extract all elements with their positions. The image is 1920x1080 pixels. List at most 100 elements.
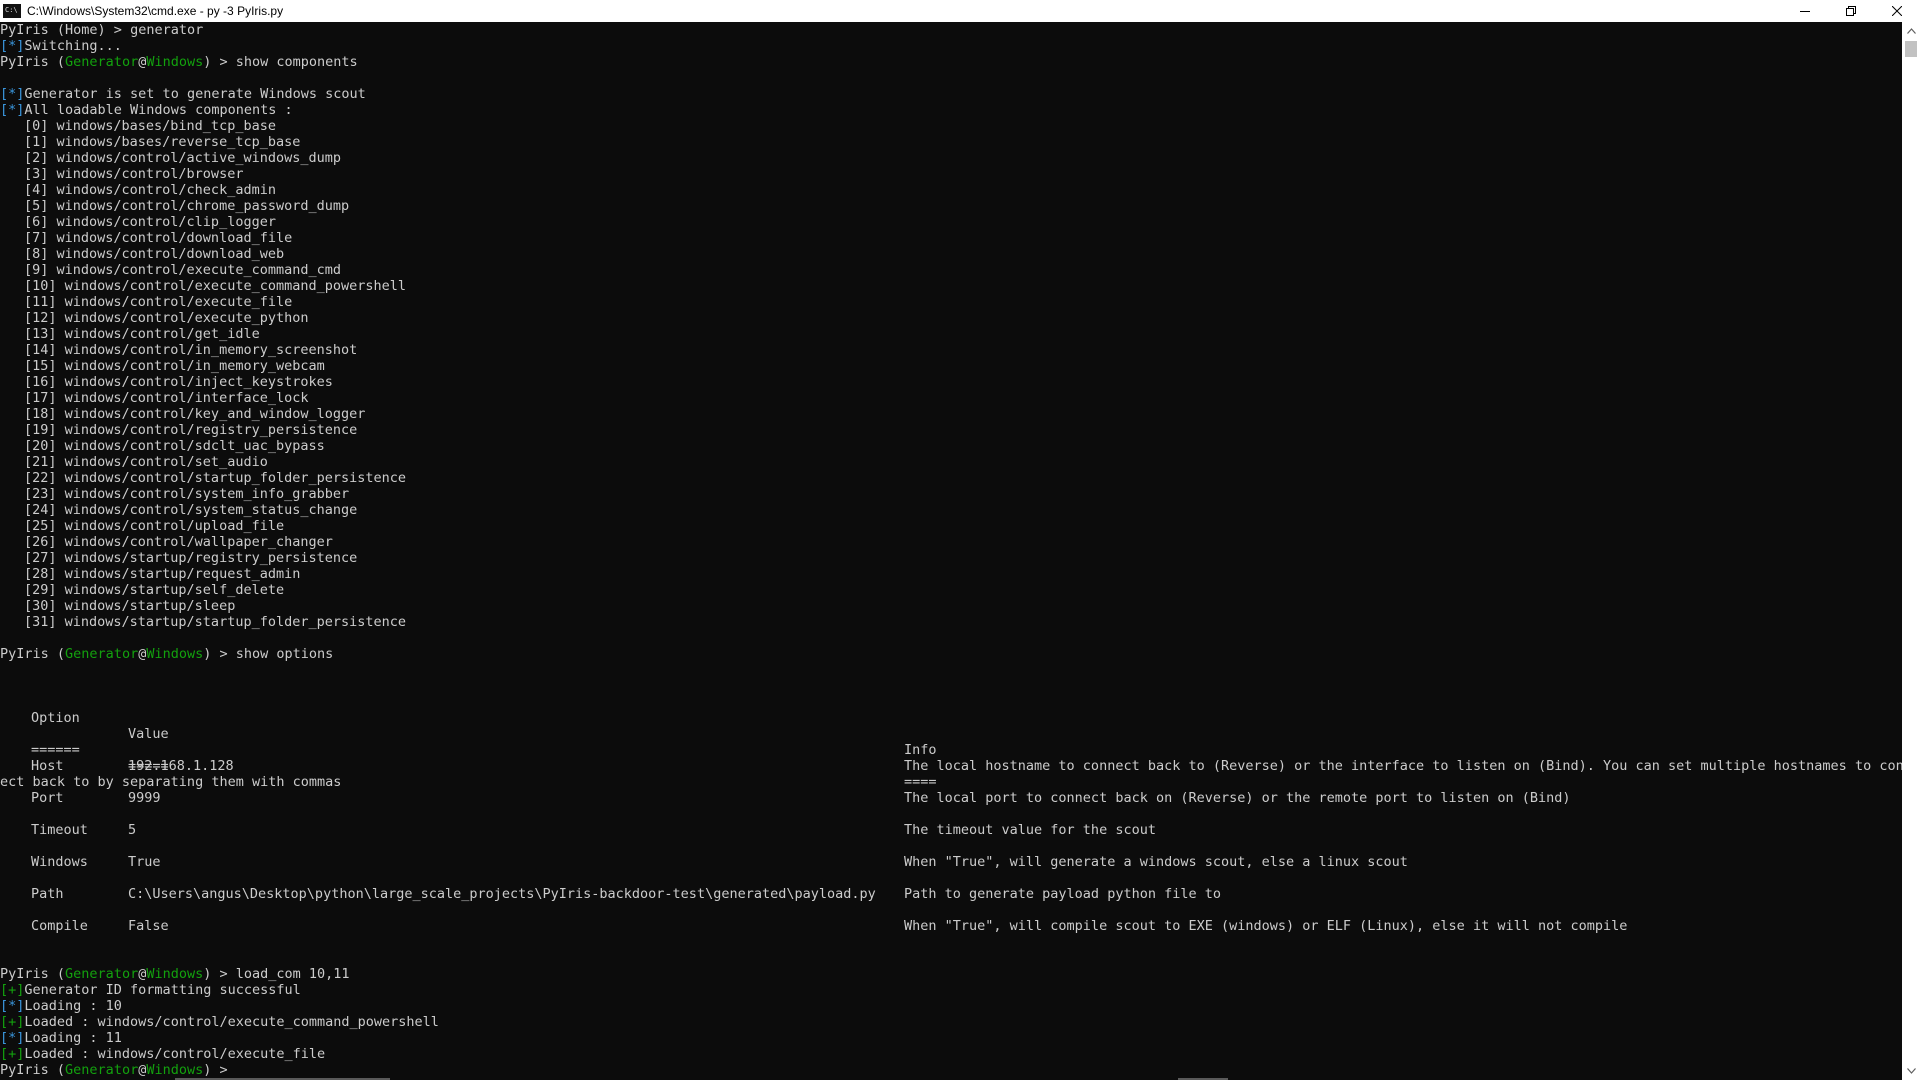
option-info: When "True", will compile scout to EXE (… xyxy=(904,918,1628,934)
options-header-row: Option Value Info xyxy=(0,694,937,758)
option-value: 192.168.1.128 xyxy=(128,758,234,774)
current-prompt-line[interactable]: PyIris (Generator@Windows) > xyxy=(0,1062,236,1078)
option-option: Windows xyxy=(31,854,88,870)
option-option: Port xyxy=(31,790,64,806)
prompt-mode: Generator xyxy=(65,54,139,70)
console-line: [+]Generator ID formatting successful xyxy=(0,982,301,998)
message-text: Loaded : windows/control/execute_command… xyxy=(24,1014,439,1030)
option-row: Compile False When "True", will compile sc… xyxy=(0,918,1902,934)
prompt-name: PyIris xyxy=(0,646,49,662)
component-item: [28] windows/startup/request_admin xyxy=(24,566,301,582)
component-item: [16] windows/control/inject_keystrokes xyxy=(24,374,333,390)
component-item: [4] windows/control/check_admin xyxy=(24,182,276,198)
success-marker: [+] xyxy=(0,982,25,998)
prompt-name: PyIris xyxy=(0,966,49,982)
scroll-down-button[interactable] xyxy=(1902,1062,1920,1080)
option-info: When "True", will generate a windows sco… xyxy=(904,854,1408,870)
options-underline-row: ====== ===== ==== xyxy=(0,726,937,790)
console-line: PyIris (Generator@Windows) > load_com 10… xyxy=(0,966,350,982)
component-item: [24] windows/control/system_status_chang… xyxy=(24,502,358,518)
component-item: [21] windows/control/set_audio xyxy=(24,454,268,470)
option-row: Windows True When "True", will generate a … xyxy=(0,854,1902,870)
option-info: Path to generate payload python file to xyxy=(904,886,1221,902)
command-text: load_com 10,11 xyxy=(235,966,350,982)
console-line: PyIris (Generator@Windows) > show option… xyxy=(0,646,334,662)
info-marker: [*] xyxy=(0,1030,25,1046)
option-info: The local hostname to connect back to (R… xyxy=(904,758,1902,774)
minimize-button[interactable] xyxy=(1782,0,1828,22)
value-header: Value xyxy=(128,726,169,742)
component-item: [19] windows/control/registry_persistenc… xyxy=(24,422,358,438)
console-line: [*]Generator is set to generate Windows … xyxy=(0,86,366,102)
component-item: [10] windows/control/execute_command_pow… xyxy=(24,278,407,294)
command-text: show options xyxy=(235,646,334,662)
option-value: 9999 xyxy=(128,790,161,806)
component-item: [15] windows/control/in_memory_webcam xyxy=(24,358,325,374)
option-value: 5 xyxy=(128,822,137,838)
component-item: [13] windows/control/get_idle xyxy=(24,326,260,342)
info-marker: [*] xyxy=(0,86,25,102)
vertical-scrollbar[interactable] xyxy=(1902,22,1920,1080)
console-line: [*]All loadable Windows components : xyxy=(0,102,293,118)
option-info: The timeout value for the scout xyxy=(904,822,1156,838)
console-line: [*]Loading : 10 xyxy=(0,998,122,1014)
console-line: [*]Switching... xyxy=(0,38,122,54)
option-option: Compile xyxy=(31,918,88,934)
message-text: All loadable Windows components : xyxy=(24,102,293,118)
component-item: [31] windows/startup/startup_folder_pers… xyxy=(24,614,407,630)
option-row: Path C:\Users\angus\Desktop\python\large_… xyxy=(0,886,1902,902)
prompt-mode: Generator xyxy=(65,966,139,982)
component-item: [8] windows/control/download_web xyxy=(24,246,285,262)
component-item: [9] windows/control/execute_command_cmd xyxy=(24,262,341,278)
component-item: [0] windows/bases/bind_tcp_base xyxy=(24,118,276,134)
component-item: [20] windows/control/sdclt_uac_bypass xyxy=(24,438,325,454)
command-text: generator xyxy=(130,22,204,38)
component-item: [14] windows/control/in_memory_screensho… xyxy=(24,342,358,358)
component-item: [27] windows/startup/registry_persistenc… xyxy=(24,550,358,566)
option-row: Host 192.168.1.128 The local hostname to c… xyxy=(0,758,1902,774)
component-item: [17] windows/control/interface_lock xyxy=(24,390,309,406)
option-header: Option xyxy=(31,710,80,726)
prompt-os: Windows xyxy=(146,1062,204,1078)
info-marker: [*] xyxy=(0,102,25,118)
prompt-name: PyIris xyxy=(0,1062,49,1078)
message-text: Generator ID formatting successful xyxy=(24,982,301,998)
option-underline: ====== xyxy=(31,742,80,758)
prompt-mode: Generator xyxy=(65,1062,139,1078)
prompt-os: Windows xyxy=(146,966,204,982)
component-item: [25] windows/control/upload_file xyxy=(24,518,285,534)
option-row: Port 9999 The local port to connect back o… xyxy=(0,790,1902,806)
option-row: Timeout 5 The timeout value for the scout xyxy=(0,822,1902,838)
console-line: PyIris (Home) > generator xyxy=(0,22,203,38)
component-item: [3] windows/control/browser xyxy=(24,166,244,182)
scroll-thumb[interactable] xyxy=(1905,41,1917,57)
component-item: [2] windows/control/active_windows_dump xyxy=(24,150,341,166)
console-line: [+]Loaded : windows/control/execute_file xyxy=(0,1046,325,1062)
title-bar[interactable]: C:\Windows\System32\cmd.exe - py -3 PyIr… xyxy=(0,0,1920,22)
info-marker: [*] xyxy=(0,998,25,1014)
option-value: True xyxy=(128,854,161,870)
window-title: C:\Windows\System32\cmd.exe - py -3 PyIr… xyxy=(27,4,284,18)
restore-button[interactable] xyxy=(1828,0,1874,22)
option-option: Host xyxy=(31,758,64,774)
console-line: [+]Loaded : windows/control/execute_comm… xyxy=(0,1014,439,1030)
host-info-wrap: ect back to by separating them with comm… xyxy=(0,774,342,790)
scroll-up-button[interactable] xyxy=(1902,22,1920,40)
console-line: [*]Loading : 11 xyxy=(0,1030,122,1046)
window-controls xyxy=(1782,0,1920,22)
success-marker: [+] xyxy=(0,1014,25,1030)
option-option: Path xyxy=(31,886,64,902)
chevron-up-icon xyxy=(1906,28,1916,34)
option-value: C:\Users\angus\Desktop\python\large_scal… xyxy=(128,886,876,902)
component-item: [29] windows/startup/self_delete xyxy=(24,582,285,598)
chevron-down-icon xyxy=(1906,1068,1916,1074)
close-button[interactable] xyxy=(1874,0,1920,22)
console-output[interactable]: PyIris (Home) > generator [*]Switching..… xyxy=(0,22,1902,1080)
component-item: [23] windows/control/system_info_grabber xyxy=(24,486,350,502)
info-header: Info xyxy=(904,742,937,758)
info-marker: [*] xyxy=(0,38,25,54)
minimize-icon xyxy=(1800,11,1810,12)
option-info: The local port to connect back on (Rever… xyxy=(904,790,1571,806)
component-item: [6] windows/control/clip_logger xyxy=(24,214,276,230)
prompt-mode: Generator xyxy=(65,646,139,662)
